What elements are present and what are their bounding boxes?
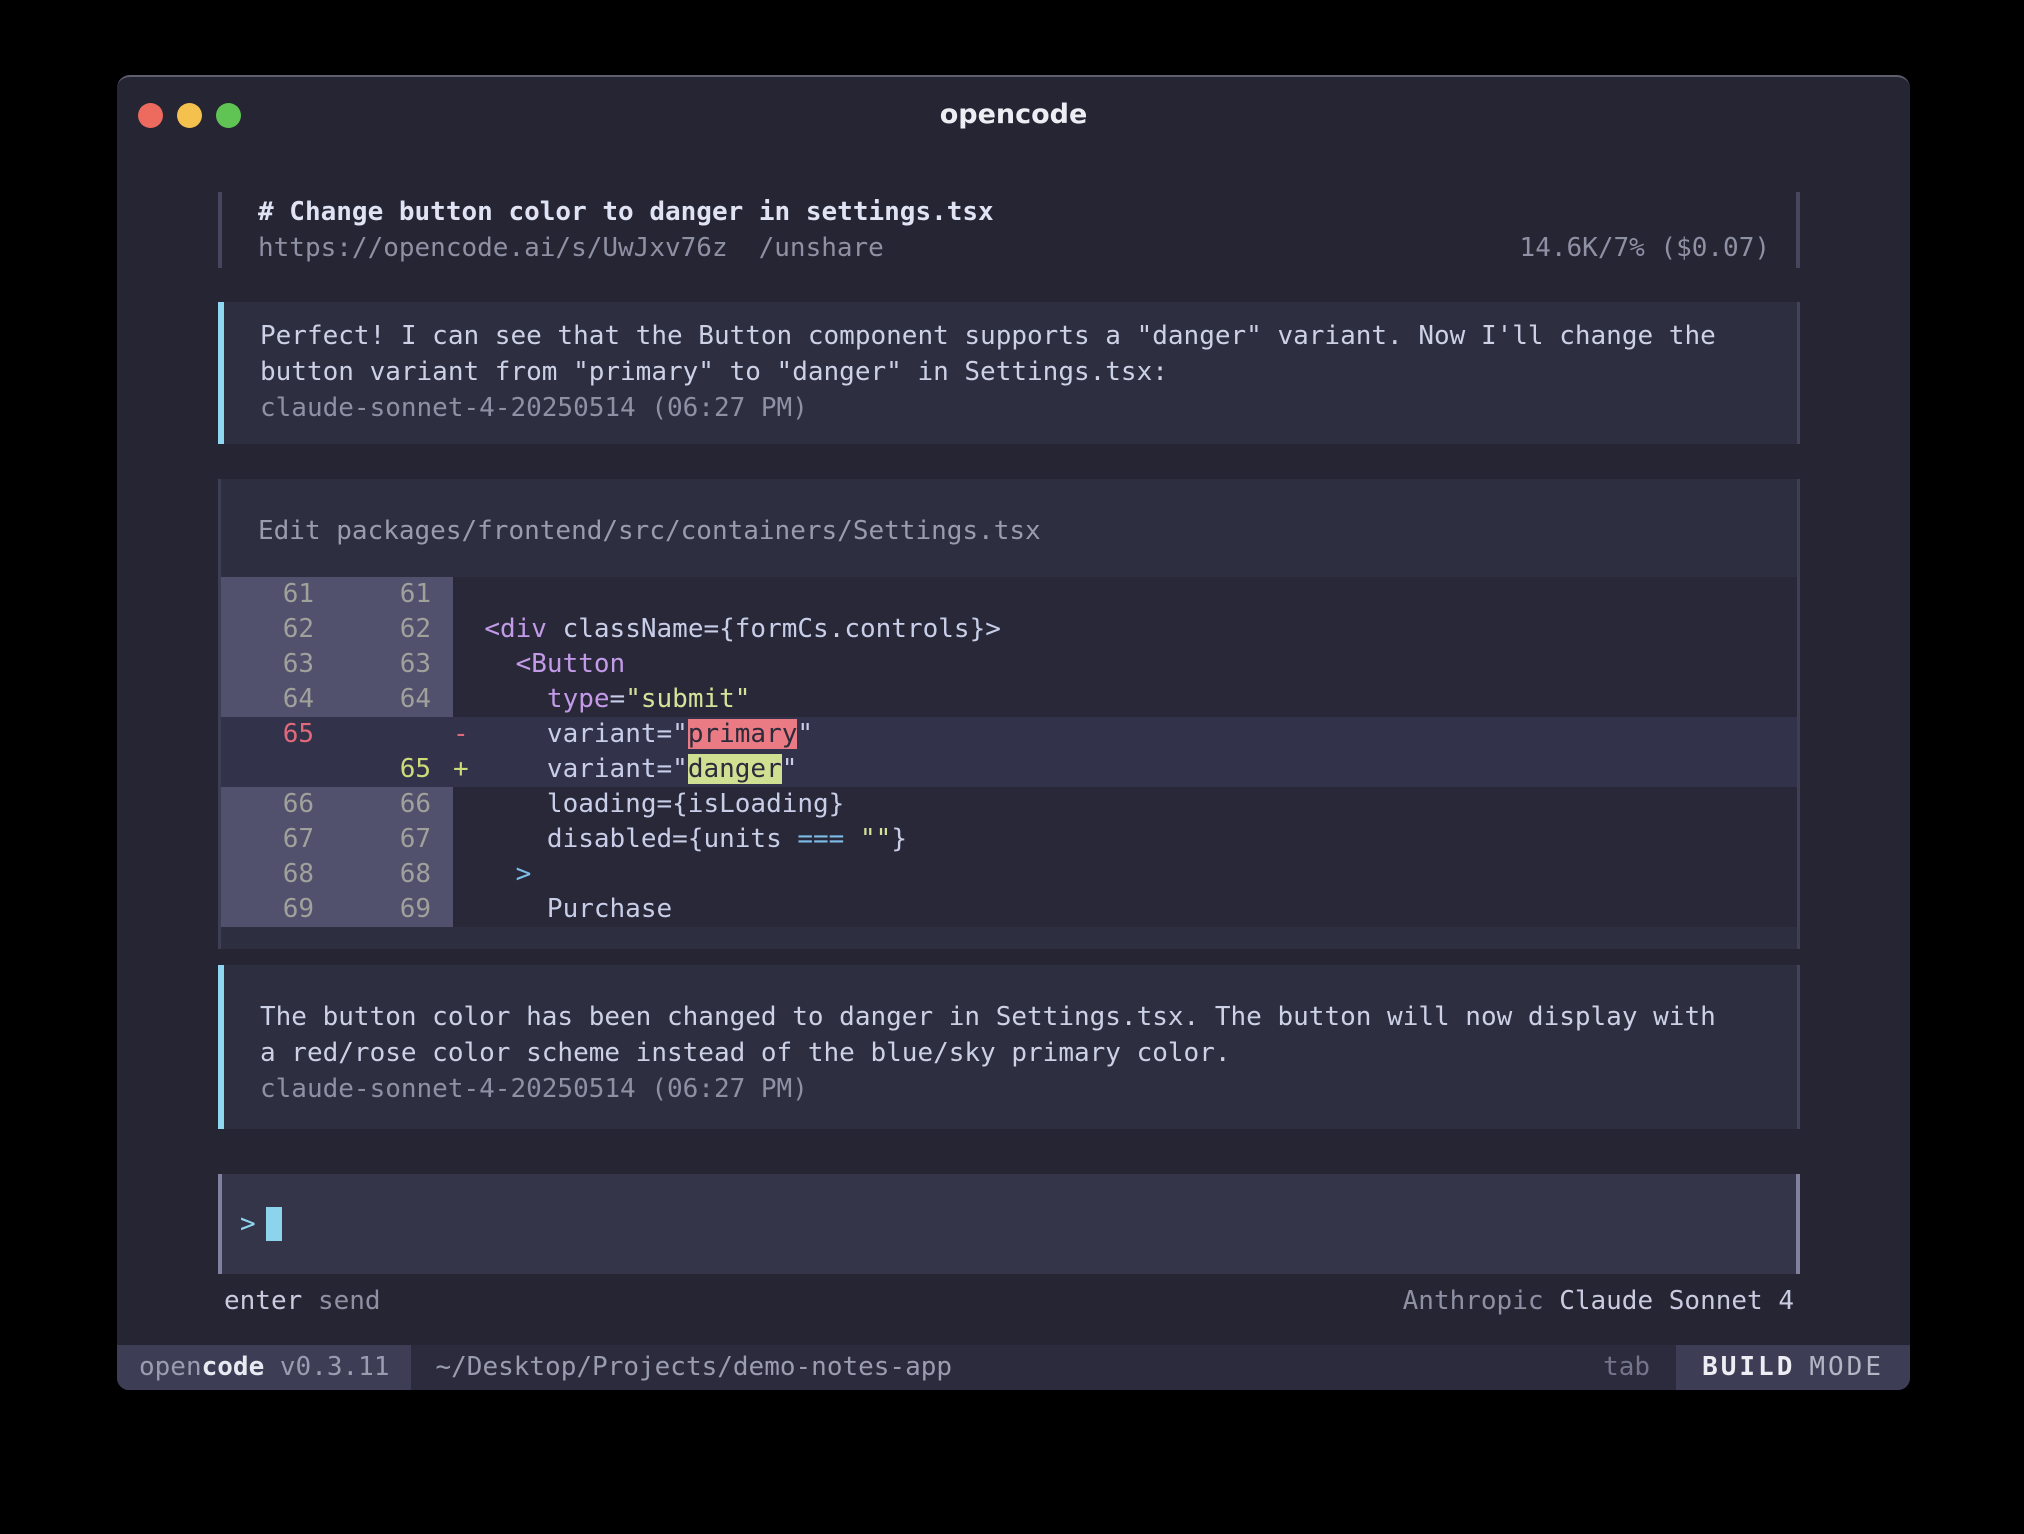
new-line-number: 62 xyxy=(336,612,453,647)
old-line-number: 67 xyxy=(221,822,336,857)
diff-row: 6363 <Button xyxy=(221,647,1797,682)
diff-row: 6262 <div className={formCs.controls}> xyxy=(221,612,1797,647)
diff-code-line: > xyxy=(453,857,1797,892)
edit-tool-panel: Edit packages/frontend/src/containers/Se… xyxy=(218,479,1800,949)
provider-label: Anthropic xyxy=(1403,1286,1544,1316)
assistant-message: The button color has been changed to dan… xyxy=(218,965,1800,1129)
old-line-number: 64 xyxy=(221,682,336,717)
opencode-window: opencode # Change button color to danger… xyxy=(117,75,1910,1390)
new-line-number xyxy=(336,717,453,752)
diff-code-line: - variant="primary" xyxy=(453,717,1797,752)
send-action-label: send xyxy=(318,1286,381,1316)
model-label: Claude Sonnet 4 xyxy=(1559,1286,1794,1316)
diff-code-line: Purchase xyxy=(453,892,1797,927)
spacer xyxy=(884,230,1520,266)
prompt-input[interactable]: > xyxy=(218,1174,1800,1274)
old-line-number: 61 xyxy=(221,577,336,612)
diff-code-line: loading={isLoading} xyxy=(453,787,1797,822)
diff-row: 65 - variant="primary" xyxy=(221,717,1797,752)
diff-row: 6161 xyxy=(221,577,1797,612)
share-url[interactable]: https://opencode.ai/s/UwJxv76z xyxy=(258,230,728,266)
new-line-number: 68 xyxy=(336,857,453,892)
diff-row: 65+ variant="danger" xyxy=(221,752,1797,787)
context-stats: 14.6K/7% ($0.07) xyxy=(1520,230,1770,266)
diff-code-line: + variant="danger" xyxy=(453,752,1797,787)
diff-row: 6666 loading={isLoading} xyxy=(221,787,1797,822)
edit-tool-title: Edit packages/frontend/src/containers/Se… xyxy=(221,479,1797,549)
model-indicator: Anthropic Claude Sonnet 4 xyxy=(1403,1283,1794,1319)
diff-row: 6767 disabled={units === ""} xyxy=(221,822,1797,857)
old-line-number: 65 xyxy=(221,717,336,752)
new-line-number: 66 xyxy=(336,787,453,822)
working-directory: ~/Desktop/Projects/demo-notes-app xyxy=(435,1345,952,1390)
app-name-code: code xyxy=(202,1352,265,1382)
new-line-number: 64 xyxy=(336,682,453,717)
message-text-line: Perfect! I can see that the Button compo… xyxy=(260,318,1773,354)
diff-row: 6868 > xyxy=(221,857,1797,892)
old-line-number: 68 xyxy=(221,857,336,892)
window-title: opencode xyxy=(117,99,1910,130)
old-line-number: 66 xyxy=(221,787,336,822)
old-line-number xyxy=(221,752,336,787)
app-name-open: open xyxy=(139,1352,202,1382)
app-version-chip: opencode v0.3.11 xyxy=(117,1345,411,1390)
new-line-number: 65 xyxy=(336,752,453,787)
old-line-number: 62 xyxy=(221,612,336,647)
session-header: # Change button color to danger in setti… xyxy=(218,192,1800,268)
diff-code-line xyxy=(453,577,1797,612)
diff-view: 61616262 <div className={formCs.controls… xyxy=(221,577,1797,927)
new-line-number: 67 xyxy=(336,822,453,857)
message-text-line: button variant from "primary" to "danger… xyxy=(260,354,1773,390)
spacer xyxy=(728,230,759,266)
message-meta: claude-sonnet-4-20250514 (06:27 PM) xyxy=(260,390,1773,426)
desktop: opencode # Change button color to danger… xyxy=(0,0,2024,1534)
mode-indicator[interactable]: BUILD MODE xyxy=(1676,1345,1910,1390)
tab-key-hint: tab xyxy=(1603,1345,1650,1390)
message-meta: claude-sonnet-4-20250514 (06:27 PM) xyxy=(260,1071,1773,1107)
status-bar: opencode v0.3.11 ~/Desktop/Projects/demo… xyxy=(117,1345,1910,1390)
diff-code-line: <div className={formCs.controls}> xyxy=(453,612,1797,647)
new-line-number: 61 xyxy=(336,577,453,612)
session-title: # Change button color to danger in setti… xyxy=(258,194,1770,230)
new-line-number: 63 xyxy=(336,647,453,682)
mode-word: MODE xyxy=(1809,1352,1884,1382)
app-version: v0.3.11 xyxy=(264,1352,389,1382)
send-hint: enter send xyxy=(224,1283,381,1319)
mode-name: BUILD xyxy=(1702,1352,1795,1382)
old-line-number: 69 xyxy=(221,892,336,927)
diff-code-line: type="submit" xyxy=(453,682,1797,717)
unshare-command[interactable]: /unshare xyxy=(759,230,884,266)
enter-key-label: enter xyxy=(224,1286,302,1316)
diff-row: 6969 Purchase xyxy=(221,892,1797,927)
old-line-number: 63 xyxy=(221,647,336,682)
new-line-number: 69 xyxy=(336,892,453,927)
text-cursor xyxy=(266,1207,282,1241)
prompt-symbol: > xyxy=(240,1209,256,1239)
assistant-message: Perfect! I can see that the Button compo… xyxy=(218,302,1800,444)
diff-row: 6464 type="submit" xyxy=(221,682,1797,717)
diff-code-line: <Button xyxy=(453,647,1797,682)
message-text-line: The button color has been changed to dan… xyxy=(260,999,1773,1035)
message-text-line: a red/rose color scheme instead of the b… xyxy=(260,1035,1773,1071)
diff-code-line: disabled={units === ""} xyxy=(453,822,1797,857)
input-hints-row: enter send Anthropic Claude Sonnet 4 xyxy=(218,1283,1800,1319)
